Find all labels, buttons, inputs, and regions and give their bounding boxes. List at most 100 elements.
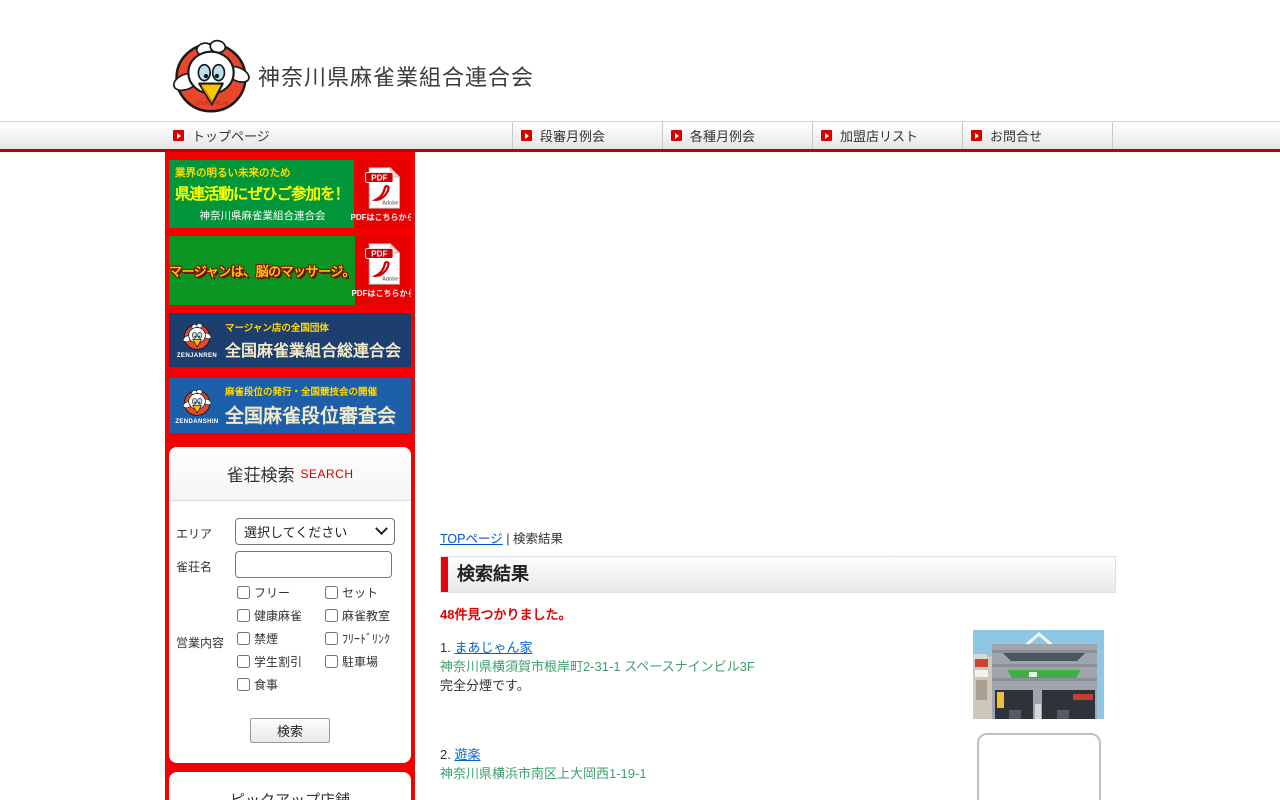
banner-line: マージャン店の全国団体: [225, 320, 407, 334]
result-count: 48件見つかりました。: [440, 604, 1116, 623]
banner-text-area: 業界の明るい未来のため 県連活動にぜひご参加を！ 神奈川県麻雀業組合連合会: [169, 160, 354, 228]
checkbox-free-input[interactable]: [237, 586, 250, 599]
banner-text-area: 麻雀段位の発行・全国競技会の開催 全国麻雀段位審査会: [221, 384, 407, 428]
area-select[interactable]: 選択してください: [235, 518, 395, 545]
pdf-link-label: PDFはこちらから: [351, 212, 412, 223]
checkbox-label: フリー: [254, 584, 290, 601]
checkbox-meals-input[interactable]: [237, 678, 250, 691]
checkbox-healthy-mahjong-input[interactable]: [237, 609, 250, 622]
main-nav: トップページ 段審月例会 各種月例会 加盟店リスト お問合せ: [0, 121, 1280, 152]
red-arrow-icon: [821, 130, 832, 141]
result-photo-placeholder: [977, 733, 1101, 800]
red-arrow-icon: [971, 130, 982, 141]
banner-zendanshin[interactable]: ZENDANSHIN 麻雀段位の発行・全国競技会の開催 全国麻雀段位審査会: [169, 378, 411, 433]
checkbox-no-smoking[interactable]: 禁煙: [237, 630, 278, 647]
banner-text-area: マージャンは、脳のマッサージ。: [169, 236, 355, 305]
pdf-download-area[interactable]: PDFはこちらから: [355, 236, 411, 305]
checkbox-set-input[interactable]: [325, 586, 338, 599]
banner-text-area: マージャン店の全国団体 全国麻雀業組合総連合会: [221, 320, 407, 361]
nav-item-label: 段審月例会: [540, 126, 605, 145]
pdf-link-label: PDFはこちらから: [351, 288, 411, 299]
banner-logo: ZENDANSHIN: [173, 387, 221, 425]
banner-line: 県連活動にぜひご参加を！: [175, 182, 350, 204]
pdf-file-icon: [364, 242, 402, 286]
checkbox-label: セット: [342, 584, 378, 601]
nav-item-label: 加盟店リスト: [840, 126, 918, 145]
checkbox-no-smoking-input[interactable]: [237, 632, 250, 645]
result-storefront-photo: [973, 630, 1104, 719]
checkbox-student-discount[interactable]: 学生割引: [237, 653, 302, 670]
banner-line: 神奈川県麻雀業組合連合会: [175, 208, 350, 223]
banner-logo-caption: ZENDANSHIN: [175, 419, 218, 425]
checkbox-free-drink-input[interactable]: [325, 632, 338, 645]
pickup-stores-box: ピックアップ店舗: [169, 772, 411, 800]
checkbox-label: 健康麻雀: [254, 607, 302, 624]
search-box-title-en: SEARCH: [300, 467, 353, 481]
parlor-search-box: 雀荘検索 SEARCH エリア 選択してください 雀荘名 営業内容 フリー セッ…: [169, 447, 411, 763]
checkbox-free[interactable]: フリー: [237, 584, 290, 601]
red-arrow-icon: [521, 130, 532, 141]
section-header: 検索結果: [440, 556, 1116, 593]
breadcrumb: TOPページ | 検索結果: [440, 528, 1116, 547]
search-button[interactable]: 検索: [250, 718, 330, 743]
checkbox-student-discount-input[interactable]: [237, 655, 250, 668]
nav-item-member-stores[interactable]: 加盟店リスト: [813, 122, 963, 149]
parlor-name-label: 雀荘名: [176, 558, 212, 575]
nav-item-contact[interactable]: お問合せ: [963, 122, 1113, 149]
site-header: TENPAI-KUN 神奈川県麻雀業組合連合会: [0, 0, 1280, 120]
breadcrumb-separator: |: [503, 532, 513, 546]
banner-line: 全国麻雀段位審査会: [225, 401, 407, 428]
checkbox-healthy-mahjong[interactable]: 健康麻雀: [237, 607, 302, 624]
site-logo[interactable]: TENPAI-KUN: [168, 34, 254, 118]
checkbox-label: 学生割引: [254, 653, 302, 670]
search-box-header: 雀荘検索 SEARCH: [169, 447, 411, 501]
nav-item-label: 各種月例会: [690, 126, 755, 145]
banner-brain-massage[interactable]: マージャンは、脳のマッサージ。 PDFはこちらから: [169, 236, 411, 305]
building-photo-image: [973, 630, 1104, 719]
banner-line: 麻雀段位の発行・全国競技会の開催: [225, 384, 407, 398]
section-header-red-bar: [441, 557, 448, 592]
banner-line: 全国麻雀業組合総連合会: [225, 337, 407, 361]
page-title: 検索結果: [441, 557, 1115, 592]
checkbox-free-drink[interactable]: ﾌﾘｰﾄﾞﾘﾝｸ: [325, 630, 390, 647]
bird-mascot-icon: [181, 387, 213, 418]
checkbox-label: 禁煙: [254, 630, 278, 647]
pickup-stores-title: ピックアップ店舗: [230, 792, 350, 800]
checkbox-parking-input[interactable]: [325, 655, 338, 668]
checkbox-mahjong-class[interactable]: 麻雀教室: [325, 607, 390, 624]
sidebar: 業界の明るい未来のため 県連活動にぜひご参加を！ 神奈川県麻雀業組合連合会 PD…: [165, 152, 415, 800]
checkbox-label: ﾌﾘｰﾄﾞﾘﾝｸ: [342, 630, 390, 647]
checkbox-mahjong-class-input[interactable]: [325, 609, 338, 622]
nav-item-danshin-monthly[interactable]: 段審月例会: [513, 122, 663, 149]
result-number: 2.: [440, 747, 454, 762]
pdf-download-area[interactable]: PDFはこちらから: [354, 160, 411, 228]
site-title: 神奈川県麻雀業組合連合会: [258, 60, 534, 92]
logo-caption: TENPAI-KUN: [168, 101, 254, 107]
banner-line: マージャンは、脳のマッサージ。: [169, 261, 355, 280]
checkbox-label: 駐車場: [342, 653, 378, 670]
banner-logo: ZENJANREN: [173, 321, 221, 359]
nav-item-label: お問合せ: [990, 126, 1042, 145]
checkbox-label: 食事: [254, 676, 278, 693]
result-name-link[interactable]: 遊楽: [454, 747, 480, 762]
checkbox-parking[interactable]: 駐車場: [325, 653, 378, 670]
checkbox-set[interactable]: セット: [325, 584, 378, 601]
red-arrow-icon: [173, 130, 184, 141]
breadcrumb-top-link[interactable]: TOPページ: [440, 532, 503, 546]
nav-item-top-page[interactable]: トップページ: [165, 122, 513, 149]
area-select-value: 選択してください: [244, 522, 377, 541]
breadcrumb-current: 検索結果: [513, 532, 563, 546]
checkbox-label: 麻雀教室: [342, 607, 390, 624]
checkbox-meals[interactable]: 食事: [237, 676, 278, 693]
banner-line: 業界の明るい未来のため: [175, 165, 350, 180]
parlor-name-input[interactable]: [235, 551, 392, 578]
result-name-link[interactable]: まあじゃん家: [454, 640, 532, 655]
red-arrow-icon: [671, 130, 682, 141]
business-content-label: 営業内容: [176, 634, 224, 651]
main-content: TOPページ | 検索結果 検索結果 48件見つかりました。 1. まあじゃん家…: [440, 528, 1116, 783]
banner-zenjanren[interactable]: ZENJANREN マージャン店の全国団体 全国麻雀業組合総連合会: [169, 313, 411, 367]
banner-kenren-activity[interactable]: 業界の明るい未来のため 県連活動にぜひご参加を！ 神奈川県麻雀業組合連合会 PD…: [169, 160, 411, 228]
pdf-file-icon: [364, 166, 402, 210]
nav-item-various-monthly[interactable]: 各種月例会: [663, 122, 813, 149]
banner-logo-caption: ZENJANREN: [177, 353, 217, 359]
